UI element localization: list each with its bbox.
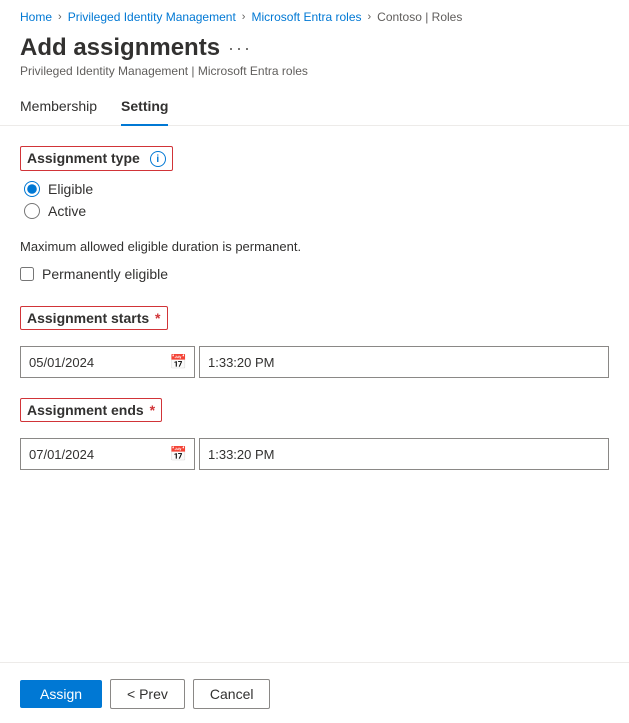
permanently-eligible-label: Permanently eligible xyxy=(42,266,168,282)
breadcrumb-home[interactable]: Home xyxy=(20,10,52,24)
assignment-ends-datetime: 📅 xyxy=(20,438,609,470)
page-subtitle: Privileged Identity Management | Microso… xyxy=(20,64,609,78)
assignment-type-radio-group: Eligible Active xyxy=(20,181,609,219)
radio-active-input[interactable] xyxy=(24,203,40,219)
starts-time-input[interactable] xyxy=(199,346,609,378)
ends-date-wrapper: 📅 xyxy=(20,438,195,470)
content-area: Assignment type i Eligible Active Maximu… xyxy=(0,126,629,470)
page-header: Add assignments ··· Privileged Identity … xyxy=(0,30,629,78)
ends-required-star: * xyxy=(146,402,155,418)
starts-date-input[interactable] xyxy=(20,346,195,378)
assignment-type-info-icon[interactable]: i xyxy=(150,151,166,167)
page-title: Add assignments xyxy=(20,34,220,62)
assignment-starts-datetime: 📅 xyxy=(20,346,609,378)
prev-button[interactable]: < Prev xyxy=(110,679,185,709)
tabs: Membership Setting xyxy=(0,78,629,126)
tab-membership[interactable]: Membership xyxy=(20,90,97,126)
breadcrumb-contoso: Contoso | Roles xyxy=(377,10,462,24)
assignment-type-label: Assignment type i xyxy=(20,146,173,171)
breadcrumb-sep-1: › xyxy=(58,11,62,23)
tab-setting[interactable]: Setting xyxy=(121,90,168,126)
starts-required-star: * xyxy=(151,310,160,326)
permanently-eligible-row: Permanently eligible xyxy=(20,266,609,282)
assignment-ends-label: Assignment ends * xyxy=(20,398,162,422)
breadcrumb-entra[interactable]: Microsoft Entra roles xyxy=(251,10,361,24)
starts-date-wrapper: 📅 xyxy=(20,346,195,378)
radio-active-label: Active xyxy=(48,203,86,219)
radio-eligible-input[interactable] xyxy=(24,181,40,197)
more-options-icon[interactable]: ··· xyxy=(228,38,252,59)
eligible-duration-info: Maximum allowed eligible duration is per… xyxy=(20,239,609,254)
breadcrumb-pim[interactable]: Privileged Identity Management xyxy=(68,10,236,24)
footer-divider xyxy=(0,662,629,663)
assignment-starts-label: Assignment starts * xyxy=(20,306,168,330)
assign-button[interactable]: Assign xyxy=(20,680,102,708)
ends-date-input[interactable] xyxy=(20,438,195,470)
breadcrumb-sep-2: › xyxy=(242,11,246,23)
radio-active[interactable]: Active xyxy=(24,203,609,219)
assignment-starts-section: Assignment starts * 📅 xyxy=(20,306,609,378)
assignment-ends-section: Assignment ends * 📅 xyxy=(20,398,609,470)
cancel-button[interactable]: Cancel xyxy=(193,679,271,709)
radio-eligible-label: Eligible xyxy=(48,181,93,197)
footer: Assign < Prev Cancel xyxy=(0,665,629,723)
breadcrumb: Home › Privileged Identity Management › … xyxy=(0,0,629,30)
radio-eligible[interactable]: Eligible xyxy=(24,181,609,197)
assignment-type-section: Assignment type i Eligible Active xyxy=(20,146,609,219)
breadcrumb-sep-3: › xyxy=(368,11,372,23)
ends-time-input[interactable] xyxy=(199,438,609,470)
permanently-eligible-checkbox[interactable] xyxy=(20,267,34,281)
